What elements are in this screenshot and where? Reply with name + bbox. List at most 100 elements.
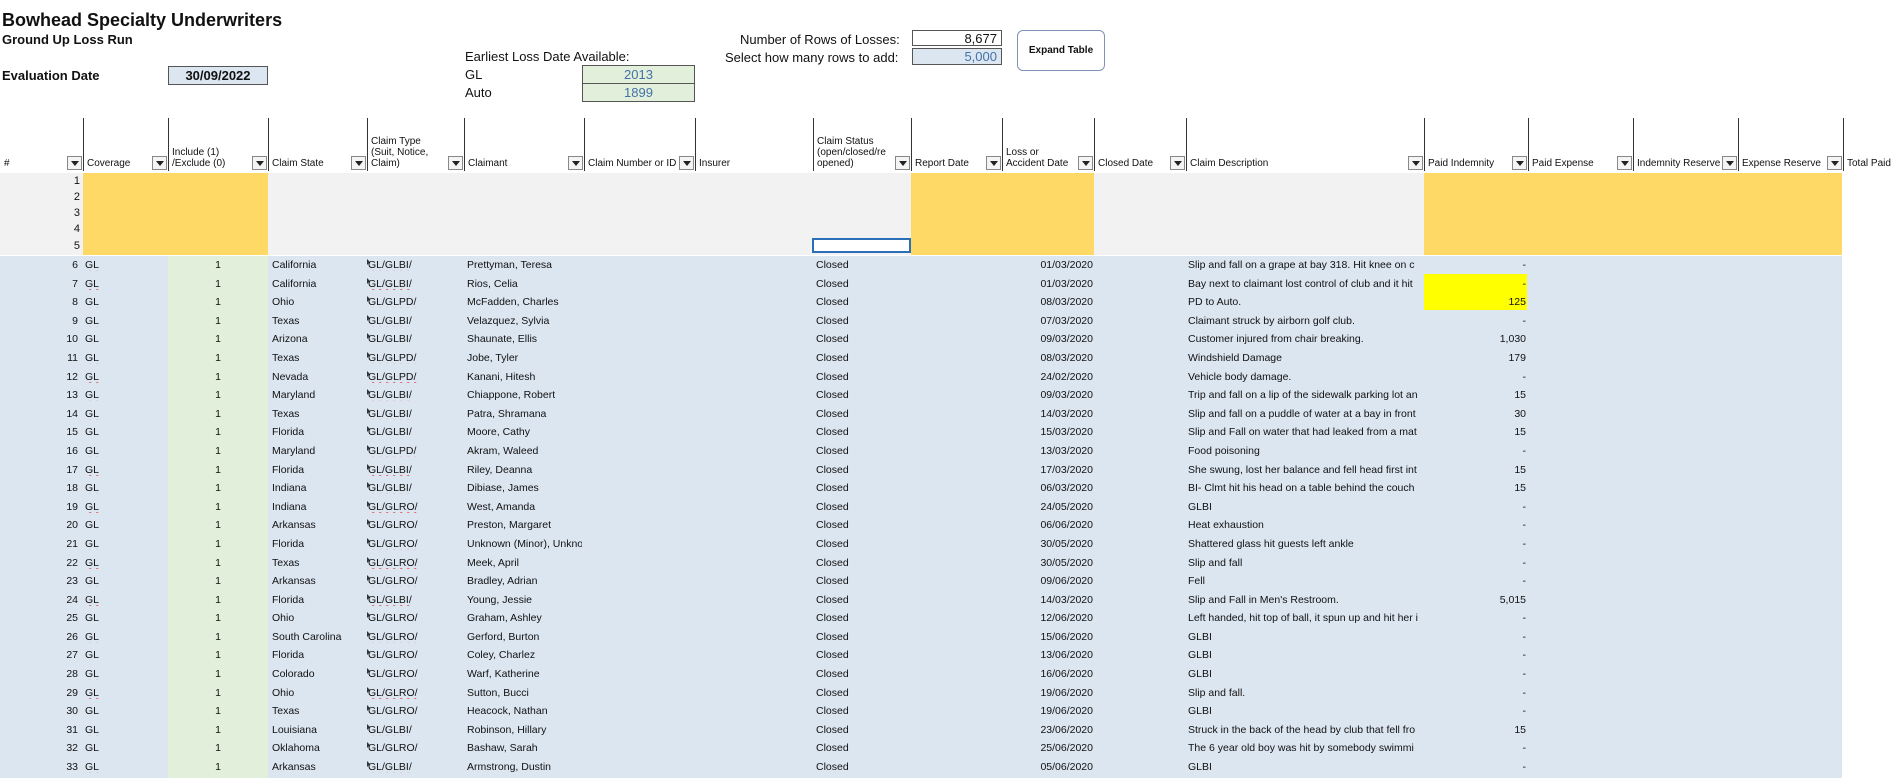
table-row[interactable]: 23 GL 1 Arkansas GL/GLRO/Bradley, Adrian Clos…: [0, 572, 1842, 591]
include-cell[interactable]: 1: [168, 501, 268, 513]
table-row[interactable]: 16 GL 1 Maryland GL/GLPD/Akram, Waleed Closed…: [0, 442, 1842, 461]
loss-date-cell[interactable]: 17/03/2020: [1003, 464, 1093, 476]
claim-status-cell[interactable]: Closed: [816, 501, 849, 513]
loss-date-cell[interactable]: 12/06/2020: [1003, 612, 1093, 624]
claim-description-cell[interactable]: Fell: [1188, 575, 1420, 587]
paid-indemnity-cell[interactable]: -: [1424, 631, 1527, 643]
include-cell[interactable]: 1: [168, 445, 268, 457]
claim-type-cell[interactable]: GL/GLRO/: [368, 705, 463, 717]
gl-earliest-year-cell[interactable]: 2013: [582, 65, 695, 84]
include-cell[interactable]: 1: [168, 259, 268, 271]
claimant-cell[interactable]: Coley, Charlez: [467, 649, 582, 661]
claim-status-cell[interactable]: Closed: [816, 278, 849, 290]
table-row[interactable]: 10 GL 1 Arizona GL/GLBI/Shaunate, Ellis Close…: [0, 330, 1842, 349]
claim-description-cell[interactable]: GLBI: [1188, 649, 1420, 661]
coverage-cell[interactable]: GL: [85, 464, 99, 476]
claim-description-cell[interactable]: Shattered glass hit guests left ankle: [1188, 538, 1420, 550]
filter-dropdown-icon[interactable]: [1827, 156, 1842, 170]
paid-indemnity-cell[interactable]: -: [1424, 612, 1527, 624]
filter-dropdown-icon[interactable]: [568, 156, 583, 170]
filter-dropdown-icon[interactable]: [67, 156, 82, 170]
paid-indemnity-cell[interactable]: -: [1424, 445, 1527, 457]
claim-type-cell[interactable]: GL/GLRO/: [368, 631, 463, 643]
claim-type-cell[interactable]: GL/GLPD/: [368, 371, 463, 383]
table-row[interactable]: 22 GL 1 Texas GL/GLRO/Meek, April Closed 30/05…: [0, 554, 1842, 573]
claimant-cell[interactable]: Meek, April: [467, 557, 582, 569]
loss-date-cell[interactable]: 24/02/2020: [1003, 371, 1093, 383]
claim-description-cell[interactable]: Heat exhaustion: [1188, 519, 1420, 531]
claimant-cell[interactable]: Graham, Ashley: [467, 612, 582, 624]
claim-status-cell[interactable]: Closed: [816, 389, 849, 401]
include-cell[interactable]: 1: [168, 408, 268, 420]
filter-dropdown-icon[interactable]: [986, 156, 1001, 170]
claimant-cell[interactable]: Prettyman, Teresa: [467, 259, 582, 271]
coverage-cell[interactable]: GL: [85, 352, 99, 364]
paid-indemnity-cell[interactable]: -: [1424, 687, 1527, 699]
claim-description-cell[interactable]: Food poisoning: [1188, 445, 1420, 457]
claim-state-cell[interactable]: Ohio: [272, 687, 364, 699]
paid-indemnity-cell[interactable]: -: [1424, 259, 1527, 271]
paid-indemnity-cell[interactable]: 15: [1424, 482, 1526, 494]
claim-description-cell[interactable]: Slip and Fall on water that had leaked f…: [1188, 426, 1420, 438]
include-cell[interactable]: 1: [168, 594, 268, 606]
table-row[interactable]: 30 GL 1 Texas GL/GLRO/Heacock, Nathan Closed 1…: [0, 702, 1842, 721]
loss-date-cell[interactable]: 30/05/2020: [1003, 538, 1093, 550]
coverage-cell[interactable]: GL: [85, 557, 99, 569]
claim-state-cell[interactable]: Texas: [272, 705, 364, 717]
coverage-cell[interactable]: GL: [85, 687, 99, 699]
claim-status-cell[interactable]: Closed: [816, 687, 849, 699]
claim-description-cell[interactable]: Vehicle body damage.: [1188, 371, 1420, 383]
filter-dropdown-icon[interactable]: [1170, 156, 1185, 170]
column-filter-number[interactable]: [62, 118, 83, 171]
filter-dropdown-icon[interactable]: [448, 156, 463, 170]
claim-type-cell[interactable]: GL/GLRO/: [368, 742, 463, 754]
claim-status-cell[interactable]: Closed: [816, 724, 849, 736]
filter-dropdown-icon[interactable]: [1078, 156, 1093, 170]
loss-date-cell[interactable]: 08/03/2020: [1003, 352, 1093, 364]
claim-status-cell[interactable]: Closed: [816, 538, 849, 550]
claim-type-cell[interactable]: GL/GLBI/: [368, 594, 463, 606]
add-rows-input[interactable]: 5,000: [912, 48, 1002, 65]
claim-description-cell[interactable]: Slip and fall.: [1188, 687, 1420, 699]
claim-status-cell[interactable]: Closed: [816, 333, 849, 345]
claim-state-cell[interactable]: Arizona: [272, 333, 364, 345]
paid-indemnity-cell[interactable]: 1,030: [1424, 333, 1526, 345]
paid-indemnity-cell[interactable]: -: [1424, 649, 1527, 661]
claim-type-cell[interactable]: GL/GLRO/: [368, 575, 463, 587]
loss-date-cell[interactable]: 09/03/2020: [1003, 333, 1093, 345]
paid-indemnity-cell[interactable]: -: [1424, 705, 1527, 717]
claim-description-cell[interactable]: Struck in the back of the head by club t…: [1188, 724, 1420, 736]
claim-state-cell[interactable]: Ohio: [272, 612, 364, 624]
claim-state-cell[interactable]: Texas: [272, 408, 364, 420]
claimant-cell[interactable]: McFadden, Charles: [467, 296, 582, 308]
claimant-cell[interactable]: Young, Jessie: [467, 594, 582, 606]
paid-indemnity-cell[interactable]: -: [1424, 761, 1527, 773]
loss-date-cell[interactable]: 30/05/2020: [1003, 557, 1093, 569]
claim-state-cell[interactable]: Nevada: [272, 371, 364, 383]
claim-state-cell[interactable]: California: [272, 259, 364, 271]
claim-status-cell[interactable]: Closed: [816, 612, 849, 624]
include-cell[interactable]: 1: [168, 557, 268, 569]
coverage-cell[interactable]: GL: [85, 259, 99, 271]
claim-description-cell[interactable]: She swung, lost her balance and fell hea…: [1188, 464, 1420, 476]
coverage-cell[interactable]: GL: [85, 389, 99, 401]
claim-description-cell[interactable]: Slip and Fall in Men's Restroom.: [1188, 594, 1420, 606]
claim-status-cell[interactable]: Closed: [816, 315, 849, 327]
claimant-cell[interactable]: Kanani, Hitesh: [467, 371, 582, 383]
claimant-cell[interactable]: Bradley, Adrian: [467, 575, 582, 587]
paid-indemnity-cell[interactable]: -: [1424, 538, 1527, 550]
claim-state-cell[interactable]: Indiana: [272, 501, 364, 513]
claim-state-cell[interactable]: Florida: [272, 594, 364, 606]
paid-indemnity-cell[interactable]: 179: [1424, 352, 1526, 364]
loss-date-cell[interactable]: 14/03/2020: [1003, 594, 1093, 606]
claimant-cell[interactable]: Bashaw, Sarah: [467, 742, 582, 754]
claim-state-cell[interactable]: Colorado: [272, 668, 364, 680]
claimant-cell[interactable]: Sutton, Bucci: [467, 687, 582, 699]
claim-type-cell[interactable]: GL/GLBI/: [368, 724, 463, 736]
paid-indemnity-cell[interactable]: 15: [1424, 464, 1526, 476]
filter-dropdown-icon[interactable]: [895, 156, 910, 170]
include-cell[interactable]: 1: [168, 668, 268, 680]
claim-status-cell[interactable]: Closed: [816, 519, 849, 531]
claim-type-cell[interactable]: GL/GLBI/: [368, 315, 463, 327]
coverage-cell[interactable]: GL: [85, 538, 99, 550]
